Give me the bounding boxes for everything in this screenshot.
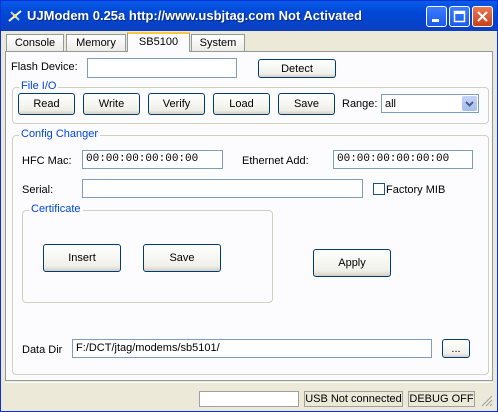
status-bar: USB Not connected DEBUG OFF [1,385,497,411]
tab-memory[interactable]: Memory [66,34,126,51]
window-title: UJModem 0.25a http://www.usbjtag.com Not… [27,8,362,23]
range-select[interactable]: all [381,94,479,113]
tab-sb5100[interactable]: SB5100 [127,32,190,52]
certificate-title: Certificate [29,203,83,215]
tab-console[interactable]: Console [6,34,64,51]
data-dir-label: Data Dir [22,344,63,356]
apply-button[interactable]: Apply [313,249,391,277]
range-value: all [385,98,397,110]
status-field-blank [199,391,299,407]
detect-button[interactable]: Detect [258,59,336,78]
ethernet-add-label: Ethernet Add: [242,155,309,167]
tab-system[interactable]: System [191,34,245,51]
usb-status: USB Not connected [304,391,403,407]
browse-button[interactable]: ... [442,339,470,358]
range-label: Range: [342,98,378,110]
load-button[interactable]: Load [213,93,270,115]
status-separator [5,382,493,383]
hfc-mac-field[interactable]: 00:00:00:00:00:00 [82,150,223,169]
main-window: UJModem 0.25a http://www.usbjtag.com Not… [0,0,498,412]
close-button[interactable] [472,6,493,27]
resize-grip-icon[interactable] [481,395,493,407]
minimize-icon [432,19,439,22]
app-icon [8,10,22,22]
serial-label: Serial: [22,184,54,196]
insert-button[interactable]: Insert [43,244,121,272]
title-bar[interactable]: UJModem 0.25a http://www.usbjtag.com Not… [1,1,497,31]
flash-device-field[interactable] [87,58,237,78]
close-icon [477,11,488,22]
save-button[interactable]: Save [278,93,335,115]
maximize-button[interactable] [449,6,470,27]
ethernet-add-field[interactable]: 00:00:00:00:00:00 [333,150,473,169]
file-io-title: File I/O [19,80,59,92]
certificate-save-button[interactable]: Save [143,244,221,272]
factory-mib-label: Factory MIB [386,184,446,196]
hfc-mac-label: HFC Mac: [22,155,72,167]
dropdown-arrow[interactable] [462,96,477,111]
read-button[interactable]: Read [18,93,75,115]
debug-status: DEBUG OFF [408,391,475,407]
sb5100-panel: Flash Device: Detect File I/O Read Write… [5,51,493,381]
flash-device-label: Flash Device: [11,61,78,73]
write-button[interactable]: Write [83,93,140,115]
data-dir-field[interactable]: F:/DCT/jtag/modems/sb5101/ [72,339,432,358]
chevron-down-icon [465,101,474,107]
config-changer-title: Config Changer [19,128,101,140]
verify-button[interactable]: Verify [148,93,205,115]
serial-field[interactable] [82,179,363,198]
maximize-icon [453,10,466,23]
factory-mib-checkbox[interactable] [373,183,385,195]
minimize-button[interactable] [426,6,447,27]
